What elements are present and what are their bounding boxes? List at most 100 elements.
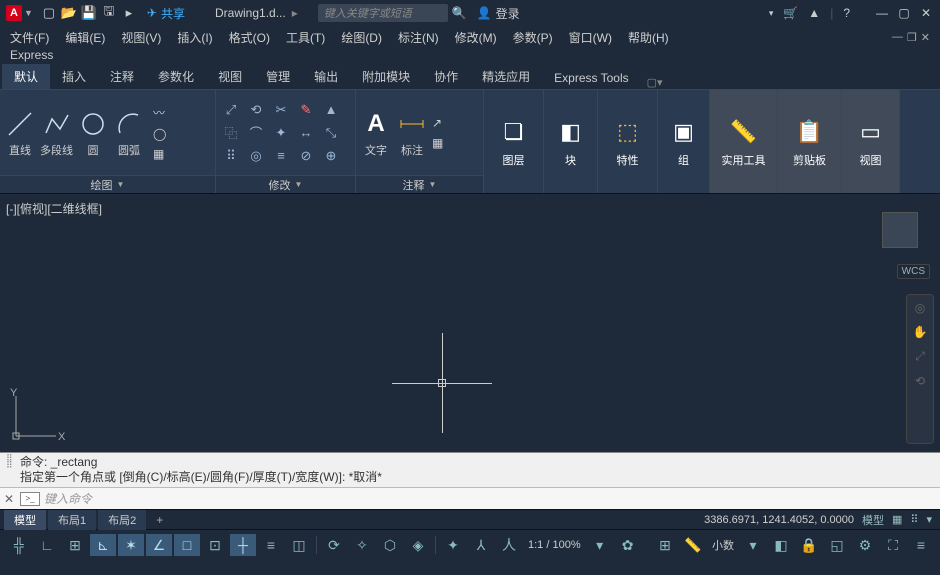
- grid-icon[interactable]: ▦: [892, 513, 902, 526]
- orbit-icon[interactable]: ⟲: [915, 374, 925, 388]
- sb-zoom-dropdown[interactable]: ▾: [587, 534, 613, 556]
- add-layout-button[interactable]: +: [148, 511, 171, 529]
- viewport-label[interactable]: [-][俯视][二维线框]: [6, 200, 102, 217]
- sb-dyn[interactable]: ┼: [230, 534, 256, 556]
- doc-dropdown-icon[interactable]: ▸: [292, 6, 298, 20]
- ellipse-icon[interactable]: ◯: [153, 127, 166, 141]
- ribbon-tab-view[interactable]: 视图: [206, 64, 254, 89]
- ribbon-tab-express[interactable]: Express Tools: [542, 67, 640, 89]
- sb-units-dropdown[interactable]: ▾: [740, 534, 766, 556]
- sb-infer[interactable]: ⊞: [62, 534, 88, 556]
- wcs-label[interactable]: WCS: [897, 264, 930, 279]
- hatch-icon[interactable]: ▦: [153, 147, 166, 161]
- tab-model[interactable]: 模型: [4, 510, 46, 530]
- tool-clipboard[interactable]: 📋 剪贴板: [778, 90, 841, 193]
- sb-lock[interactable]: 🔒: [796, 534, 822, 556]
- command-prompt-icon[interactable]: >_: [20, 492, 40, 506]
- tool-layers[interactable]: ❏ 图层: [484, 90, 543, 193]
- ribbon-tab-annotate[interactable]: 注释: [98, 64, 146, 89]
- table-icon[interactable]: ▦: [432, 136, 443, 150]
- tool-view[interactable]: ▭ 视图: [842, 90, 899, 193]
- align-icon[interactable]: ≡: [270, 146, 292, 166]
- menu-edit[interactable]: 编辑(E): [65, 29, 105, 46]
- sb-quickview[interactable]: ◧: [768, 534, 794, 556]
- search-input[interactable]: 键入关键字或短语: [318, 4, 448, 22]
- sb-zoom-text[interactable]: 1:1 / 100%: [524, 539, 585, 551]
- menu-window[interactable]: 窗口(W): [569, 29, 612, 46]
- drawing-area[interactable]: [-][俯视][二维线框] YX WCS ◎ ✋ ⤢ ⟲: [0, 194, 940, 452]
- sb-3dosnap[interactable]: □: [174, 534, 200, 556]
- tab-layout1[interactable]: 布局1: [48, 510, 96, 530]
- mirror-icon[interactable]: ▲: [320, 100, 342, 120]
- qat-arrow-icon[interactable]: ▸: [121, 5, 137, 21]
- cart-icon[interactable]: 🛒: [783, 6, 798, 20]
- sub-close[interactable]: ✕: [921, 31, 930, 44]
- menu-draw[interactable]: 绘图(D): [341, 29, 382, 46]
- fillet-icon[interactable]: ⌒: [245, 123, 267, 143]
- trim-icon[interactable]: ✂: [270, 100, 292, 120]
- sb-snap[interactable]: ∟: [34, 534, 60, 556]
- panel-modify-footer[interactable]: 修改 ▼: [216, 175, 355, 193]
- sb-units-icon[interactable]: 📏: [680, 534, 706, 556]
- tool-polyline[interactable]: 多段线: [40, 108, 73, 158]
- sb-units-text[interactable]: 小数: [708, 537, 738, 553]
- erase-icon[interactable]: ✎: [295, 100, 317, 120]
- sb-gizmo[interactable]: ✦: [440, 534, 466, 556]
- tool-dimension[interactable]: 标注: [396, 108, 428, 158]
- menu-modify[interactable]: 修改(M): [455, 29, 497, 46]
- ribbon-tab-output[interactable]: 输出: [302, 64, 350, 89]
- offset-icon[interactable]: ◎: [245, 146, 267, 166]
- maximize-button[interactable]: ▢: [896, 6, 912, 20]
- tool-line[interactable]: 直线: [4, 108, 36, 158]
- sb-hardware[interactable]: ⚙: [852, 534, 878, 556]
- help-icon[interactable]: ?: [843, 6, 850, 20]
- sb-ortho[interactable]: ⊾: [90, 534, 116, 556]
- tool-utilities[interactable]: 📏 实用工具: [710, 90, 777, 193]
- sb-osnap[interactable]: ∠: [146, 534, 172, 556]
- status-dropdown-icon[interactable]: ▾: [926, 513, 932, 526]
- leader-icon[interactable]: ↗: [432, 116, 443, 130]
- status-model-label[interactable]: 模型: [862, 512, 884, 528]
- sb-otrack[interactable]: ⊡: [202, 534, 228, 556]
- sb-cycle[interactable]: ⟳: [321, 534, 347, 556]
- scale-icon[interactable]: ⤡: [320, 123, 342, 143]
- share-button[interactable]: ✈ 共享: [147, 5, 185, 22]
- open-icon[interactable]: 📂: [61, 5, 77, 21]
- menu-parametric[interactable]: 参数(P): [513, 29, 553, 46]
- ribbon-tab-featured[interactable]: 精选应用: [470, 64, 542, 89]
- copy-icon[interactable]: ⿻: [220, 123, 242, 143]
- app-menu-dropdown[interactable]: ▼: [24, 8, 33, 18]
- sb-cleanscreen[interactable]: ⛶: [880, 534, 906, 556]
- tool-properties[interactable]: ⬚ 特性: [598, 90, 657, 193]
- autodesk-icon[interactable]: ▲: [808, 6, 820, 20]
- login-dropdown-icon[interactable]: ▾: [769, 8, 774, 19]
- menu-file[interactable]: 文件(F): [10, 29, 49, 46]
- stretch-icon[interactable]: ↔: [295, 123, 317, 143]
- sb-customize[interactable]: ≡: [908, 534, 934, 556]
- search-icon[interactable]: 🔍: [452, 6, 467, 20]
- ribbon-tab-default[interactable]: 默认: [2, 64, 50, 89]
- command-handle[interactable]: ⠿⠿: [6, 455, 20, 485]
- panel-annotation-footer[interactable]: 注释 ▼: [356, 175, 483, 193]
- sb-grid[interactable]: ╬: [6, 534, 32, 556]
- command-close-icon[interactable]: ✕: [4, 492, 16, 506]
- array-icon[interactable]: ⠿: [220, 146, 242, 166]
- menu-tools[interactable]: 工具(T): [286, 29, 325, 46]
- view-cube[interactable]: [870, 200, 930, 260]
- sb-workspace[interactable]: ✿: [615, 534, 641, 556]
- join-icon[interactable]: ⊕: [320, 146, 342, 166]
- sb-3dsnap[interactable]: ✧: [349, 534, 375, 556]
- ribbon-tab-collab[interactable]: 协作: [422, 64, 470, 89]
- tool-circle[interactable]: 圆: [77, 108, 109, 158]
- sb-dynucs[interactable]: ⬡: [377, 534, 403, 556]
- sb-transparency[interactable]: ◫: [286, 534, 312, 556]
- ribbon-tab-extra[interactable]: ▢▾: [647, 76, 663, 89]
- explode-icon[interactable]: ✦: [270, 123, 292, 143]
- pan-icon[interactable]: ✋: [913, 325, 928, 339]
- sub-minimize[interactable]: —: [892, 31, 903, 44]
- minimize-button[interactable]: —: [874, 6, 890, 20]
- ribbon-tab-addins[interactable]: 附加模块: [350, 64, 422, 89]
- new-icon[interactable]: ▢: [41, 5, 57, 21]
- command-input[interactable]: 键入命令: [44, 490, 92, 507]
- tool-arc[interactable]: 圆弧: [113, 108, 145, 158]
